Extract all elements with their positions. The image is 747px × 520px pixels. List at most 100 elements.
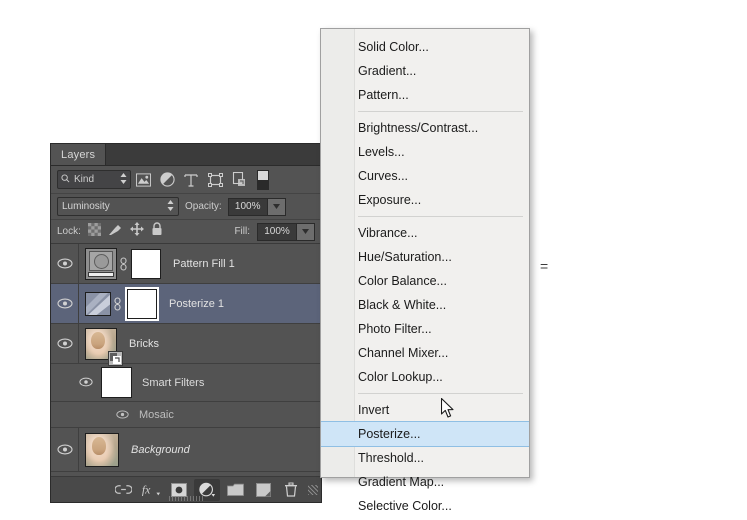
layers-panel: Layers Kind: [50, 143, 322, 503]
link-mask-icon[interactable]: [117, 257, 129, 271]
delete-layer-button[interactable]: [278, 479, 304, 501]
mosaic-filter-visibility-toggle[interactable]: [116, 406, 129, 424]
layer-name: Background: [131, 444, 190, 456]
lock-position-icon[interactable]: [130, 222, 144, 241]
lock-all-icon[interactable]: [151, 222, 163, 241]
menu-item-solid-color[interactable]: Solid Color...: [321, 35, 529, 59]
opacity-value[interactable]: 100%: [228, 198, 268, 216]
smart-filters-label: Smart Filters: [142, 377, 204, 389]
menu-separator: [358, 111, 523, 112]
layer-style-button[interactable]: fx: [138, 479, 164, 501]
table-row[interactable]: Pattern Fill 1: [51, 244, 321, 284]
adjustment-layer-filter-icon[interactable]: [155, 169, 179, 191]
pixel-layer-filter-icon[interactable]: [131, 169, 155, 191]
menu-item-pattern[interactable]: Pattern...: [321, 83, 529, 107]
chevron-down-icon: [302, 229, 309, 234]
menu-item-posterize[interactable]: Posterize...: [321, 421, 529, 447]
new-adjustment-layer-menu: Solid Color... Gradient... Pattern... Br…: [320, 28, 530, 478]
menu-separator: [358, 216, 523, 217]
menu-item-color-balance[interactable]: Color Balance...: [321, 269, 529, 293]
link-mask-icon[interactable]: [111, 297, 123, 311]
table-row[interactable]: Background: [51, 428, 321, 472]
filter-kind-label: Kind: [74, 174, 116, 185]
layer-visibility-toggle[interactable]: [51, 244, 79, 283]
opacity-dropdown-button[interactable]: [268, 198, 286, 216]
smart-filters-visibility-toggle[interactable]: [79, 374, 93, 392]
menu-item-exposure[interactable]: Exposure...: [321, 188, 529, 212]
opacity-label: Opacity:: [185, 201, 222, 212]
menu-item-threshold[interactable]: Threshold...: [321, 446, 529, 470]
menu-item-gradient[interactable]: Gradient...: [321, 59, 529, 83]
layer-name: Posterize 1: [169, 298, 224, 310]
shape-layer-filter-icon[interactable]: [203, 169, 227, 191]
menu-item-invert[interactable]: Invert: [321, 398, 529, 422]
layer-filter-row: Kind: [51, 166, 321, 194]
menu-item-channel-mixer[interactable]: Channel Mixer...: [321, 341, 529, 365]
menu-item-curves[interactable]: Curves...: [321, 164, 529, 188]
lock-transparent-pixels-icon[interactable]: [88, 223, 101, 241]
layer-mask-thumbnail[interactable]: [127, 289, 157, 319]
lock-row: Lock: Fill: 100%: [51, 220, 321, 244]
menu-item-color-lookup[interactable]: Color Lookup...: [321, 365, 529, 389]
screenshot-root: Layers Kind: [0, 0, 747, 520]
smart-filter-mask-thumbnail[interactable]: [101, 367, 132, 398]
menu-item-hue-saturation[interactable]: Hue/Saturation...: [321, 245, 529, 269]
filter-toggle-switch[interactable]: [257, 170, 269, 190]
layer-mask-icon: [171, 483, 187, 497]
posterize-adjustment-thumbnail[interactable]: [85, 292, 111, 316]
link-icon: [115, 484, 132, 495]
link-layers-button[interactable]: [110, 479, 136, 501]
new-group-button[interactable]: [222, 479, 248, 501]
eye-icon: [79, 377, 93, 387]
trash-icon: [284, 482, 298, 497]
menu-item-photo-filter[interactable]: Photo Filter...: [321, 317, 529, 341]
tab-layers[interactable]: Layers: [51, 144, 106, 165]
blend-mode-row: Luminosity Opacity: 100%: [51, 194, 321, 220]
type-layer-filter-icon[interactable]: [179, 169, 203, 191]
menu-item-gradient-map[interactable]: Gradient Map...: [321, 470, 529, 494]
layer-name: Bricks: [129, 338, 159, 350]
layer-mask-thumbnail[interactable]: [131, 249, 161, 279]
layer-name: Pattern Fill 1: [173, 258, 235, 270]
chevron-down-icon: [273, 204, 280, 209]
table-row[interactable]: Bricks: [51, 324, 321, 364]
bricks-photo-thumbnail[interactable]: [85, 328, 117, 360]
menu-item-vibrance[interactable]: Vibrance...: [321, 221, 529, 245]
folder-icon: [227, 483, 244, 496]
menu-item-black-and-white[interactable]: Black & White...: [321, 293, 529, 317]
tab-bar-empty-area: [106, 144, 321, 165]
menu-item-levels[interactable]: Levels...: [321, 140, 529, 164]
updown-arrows-icon: [167, 200, 174, 214]
updown-arrows-icon: [120, 173, 127, 187]
tab-layers-label: Layers: [61, 149, 95, 161]
fill-control[interactable]: 100%: [257, 223, 315, 241]
smart-filter-entry-row[interactable]: Mosaic: [51, 402, 321, 428]
layer-visibility-toggle[interactable]: [51, 428, 79, 471]
menu-item-brightness-contrast[interactable]: Brightness/Contrast...: [321, 116, 529, 140]
blend-mode-select[interactable]: Luminosity: [57, 197, 179, 216]
panel-bottom-grip[interactable]: [169, 496, 203, 501]
layer-visibility-toggle[interactable]: [51, 324, 79, 363]
smart-filters-row[interactable]: Smart Filters: [51, 364, 321, 402]
fx-icon: fx: [141, 482, 161, 497]
smart-filter-name: Mosaic: [139, 409, 174, 421]
menu-item-list: Solid Color... Gradient... Pattern... Br…: [321, 29, 529, 520]
smart-object-filter-icon[interactable]: [227, 169, 251, 191]
filter-kind-select[interactable]: Kind: [57, 170, 131, 189]
fill-dropdown-button[interactable]: [297, 223, 315, 241]
eye-icon: [57, 298, 73, 309]
menu-separator: [358, 393, 523, 394]
fill-value[interactable]: 100%: [257, 223, 297, 241]
lock-image-pixels-icon[interactable]: [108, 223, 123, 241]
lock-label: Lock:: [57, 226, 81, 237]
table-row[interactable]: Posterize 1: [51, 284, 321, 324]
opacity-control[interactable]: 100%: [228, 198, 286, 216]
panel-resize-grip[interactable]: [308, 485, 318, 495]
search-icon: [61, 174, 70, 186]
new-layer-button[interactable]: [250, 479, 276, 501]
svg-text:fx: fx: [142, 483, 151, 497]
background-photo-thumbnail[interactable]: [85, 433, 119, 467]
pattern-fill-thumbnail[interactable]: [85, 248, 117, 280]
layer-visibility-toggle[interactable]: [51, 284, 79, 323]
menu-item-selective-color[interactable]: Selective Color...: [321, 494, 529, 518]
